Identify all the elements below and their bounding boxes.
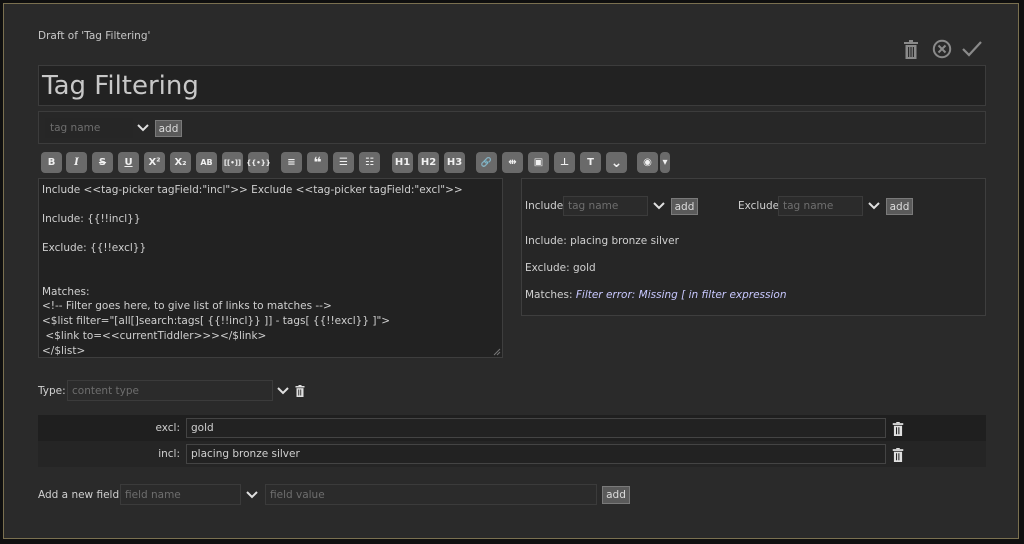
include-tag-input[interactable] — [563, 196, 648, 216]
matches-label: Matches: — [525, 289, 573, 301]
exclude-add-button[interactable]: add — [886, 198, 913, 215]
underline-button[interactable]: U — [118, 152, 139, 173]
title-text[interactable]: Tag Filtering — [42, 71, 199, 101]
editor-line: <!-- Filter goes here, to give list of l… — [42, 300, 332, 312]
bullet-list-button[interactable]: ☰ — [333, 152, 354, 173]
field-row: incl: placing bronze silver — [38, 441, 986, 467]
field-name: incl: — [158, 448, 180, 460]
type-label: Type: — [38, 385, 66, 397]
cancel-icon — [932, 39, 952, 59]
text-editor[interactable]: Include <<tag-picker tagField:"incl">> E… — [38, 178, 503, 358]
preview-button[interactable]: ◉ — [637, 152, 658, 173]
size-button[interactable]: T — [580, 152, 601, 173]
superscript-button[interactable]: X² — [144, 152, 165, 173]
field-row: excl: gold — [38, 415, 986, 441]
editor-line: Matches: — [42, 286, 90, 298]
chevron-down-icon — [137, 124, 149, 132]
filter-error-text: Filter error: Missing [ in filter expres… — [575, 289, 787, 301]
link-button[interactable]: 🔗 — [476, 152, 497, 173]
editor-line: <$list filter="[all[]search:tags[ {{!!in… — [42, 315, 391, 327]
field-delete-icon[interactable] — [892, 422, 904, 436]
editor-line: Exclude: {{!!excl}} — [42, 242, 147, 254]
chevron-down-icon — [653, 202, 665, 210]
chevron-down-icon — [868, 202, 880, 210]
tiddler-edit-frame: Draft of 'Tag Filtering' Tag Filtering t… — [3, 3, 1019, 539]
exclude-label: Exclude — [738, 200, 780, 212]
new-field-dropdown-button[interactable] — [244, 486, 260, 504]
editor-line: Include <<tag-picker tagField:"incl">> E… — [42, 184, 463, 196]
tag-editor: add — [38, 111, 986, 144]
title-input[interactable]: Tag Filtering — [38, 65, 986, 106]
type-delete-icon[interactable] — [295, 385, 305, 397]
trash-icon — [904, 39, 918, 59]
chevron-down-icon — [246, 491, 258, 499]
picture-button[interactable]: ▣ — [528, 152, 549, 173]
exclude-tag-input[interactable] — [778, 196, 863, 216]
tag-name-input[interactable] — [45, 118, 133, 138]
type-dropdown-button[interactable] — [275, 382, 291, 400]
new-field-add-button[interactable]: add — [602, 486, 630, 504]
stamp-button[interactable]: ⊥ — [554, 152, 575, 173]
exclude-result: Exclude: gold — [525, 262, 596, 274]
cancel-edit-button[interactable] — [931, 38, 953, 60]
draft-label: Draft of 'Tag Filtering' — [38, 30, 151, 42]
field-value-input[interactable]: placing bronze silver — [186, 444, 886, 464]
rule-button[interactable]: ⇹ — [502, 152, 523, 173]
preview-pane: Include add Exclude add Include: placing… — [521, 178, 986, 316]
include-result: Include: placing bronze silver — [525, 235, 679, 247]
new-field-name-input[interactable] — [120, 484, 241, 505]
numbered-list-button[interactable]: ☷ — [359, 152, 380, 173]
more-button[interactable]: ⌄ — [606, 152, 627, 173]
field-value-input[interactable]: gold — [186, 418, 886, 438]
italic-button[interactable]: I — [66, 152, 87, 173]
heading3-button[interactable]: H3 — [444, 152, 465, 173]
new-field-value-input[interactable] — [265, 484, 597, 505]
heading1-button[interactable]: H1 — [392, 152, 413, 173]
check-icon — [962, 41, 982, 57]
editor-line: Include: {{!!incl}} — [42, 213, 141, 225]
editor-line: <$link to=<<currentTiddler>>></$link> — [42, 330, 267, 342]
include-add-button[interactable]: add — [671, 198, 698, 215]
heading2-button[interactable]: H2 — [418, 152, 439, 173]
save-tiddler-button[interactable] — [961, 38, 983, 60]
fields-table: excl: gold incl: placing bronze silver — [38, 415, 986, 467]
strikethrough-button[interactable]: S — [92, 152, 113, 173]
field-delete-icon[interactable] — [892, 448, 904, 462]
content-type-input[interactable] — [67, 380, 273, 401]
tag-dropdown-button[interactable] — [135, 119, 151, 137]
editor-line: </$list> — [42, 345, 86, 357]
chevron-down-icon — [277, 387, 289, 395]
tag-add-button[interactable]: add — [155, 120, 182, 137]
transclude-button[interactable]: {{•}} — [246, 152, 271, 173]
link-transclude-button[interactable]: [[•]] — [222, 152, 243, 173]
subscript-button[interactable]: X₂ — [170, 152, 191, 173]
monospace-block-button[interactable]: ≡ — [281, 152, 302, 173]
quote-button[interactable]: ❝ — [307, 152, 328, 173]
resize-handle-icon[interactable] — [492, 347, 501, 356]
bold-button[interactable]: B — [41, 152, 62, 173]
field-name: excl: — [155, 422, 180, 434]
preview-type-button[interactable]: ▾ — [660, 152, 670, 173]
smallcaps-button[interactable]: AB — [196, 152, 217, 173]
delete-tiddler-button[interactable] — [900, 38, 922, 60]
new-field-label: Add a new field: — [38, 489, 123, 501]
exclude-dropdown-button[interactable] — [866, 197, 882, 215]
matches-result: Matches: Filter error: Missing [ in filt… — [525, 289, 787, 301]
include-dropdown-button[interactable] — [651, 197, 667, 215]
include-label: Include — [525, 200, 564, 212]
